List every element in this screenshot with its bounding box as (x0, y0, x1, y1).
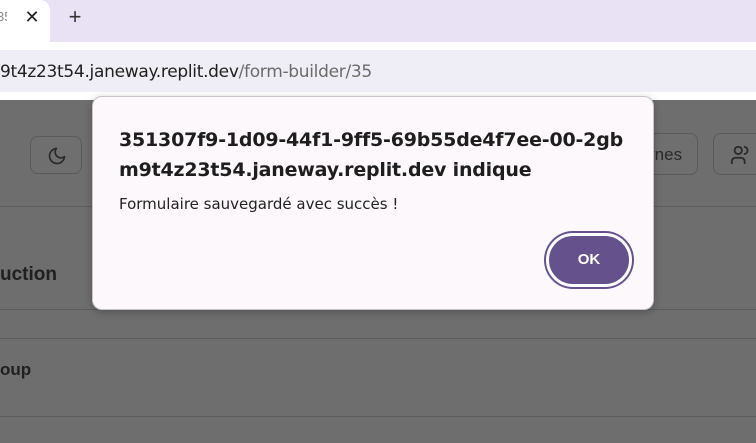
url-path: /form-builder/35 (238, 62, 373, 82)
new-tab-icon[interactable]: + (64, 3, 86, 31)
tab-close-icon[interactable]: ✕ (22, 4, 42, 30)
divider (0, 338, 756, 339)
users-button[interactable] (713, 133, 756, 175)
url-host: 9t4z23t54.janeway.replit.dev (0, 62, 239, 82)
address-bar-url[interactable]: 9t4z23t54.janeway.replit.dev/form-builde… (0, 62, 372, 82)
ok-button[interactable]: OK (546, 233, 632, 287)
browser-tabstrip: 35 ✕ + (0, 0, 756, 42)
alert-dialog: 351307f9-1d09-44f1-9ff5-69b55de4f7ee-00-… (92, 96, 654, 310)
tab-title: 35 (0, 9, 7, 24)
browser-tab[interactable]: 35 ✕ (0, 0, 50, 42)
moon-icon (48, 147, 66, 165)
dialog-message: Formulaire sauvegardé avec succès ! (119, 195, 399, 213)
users-icon (730, 145, 749, 165)
section-title: uction (0, 264, 57, 285)
section-item: oup (0, 360, 32, 379)
divider (0, 416, 756, 417)
theme-toggle-button[interactable] (30, 136, 82, 174)
dialog-title: 351307f9-1d09-44f1-9ff5-69b55de4f7ee-00-… (119, 129, 623, 181)
